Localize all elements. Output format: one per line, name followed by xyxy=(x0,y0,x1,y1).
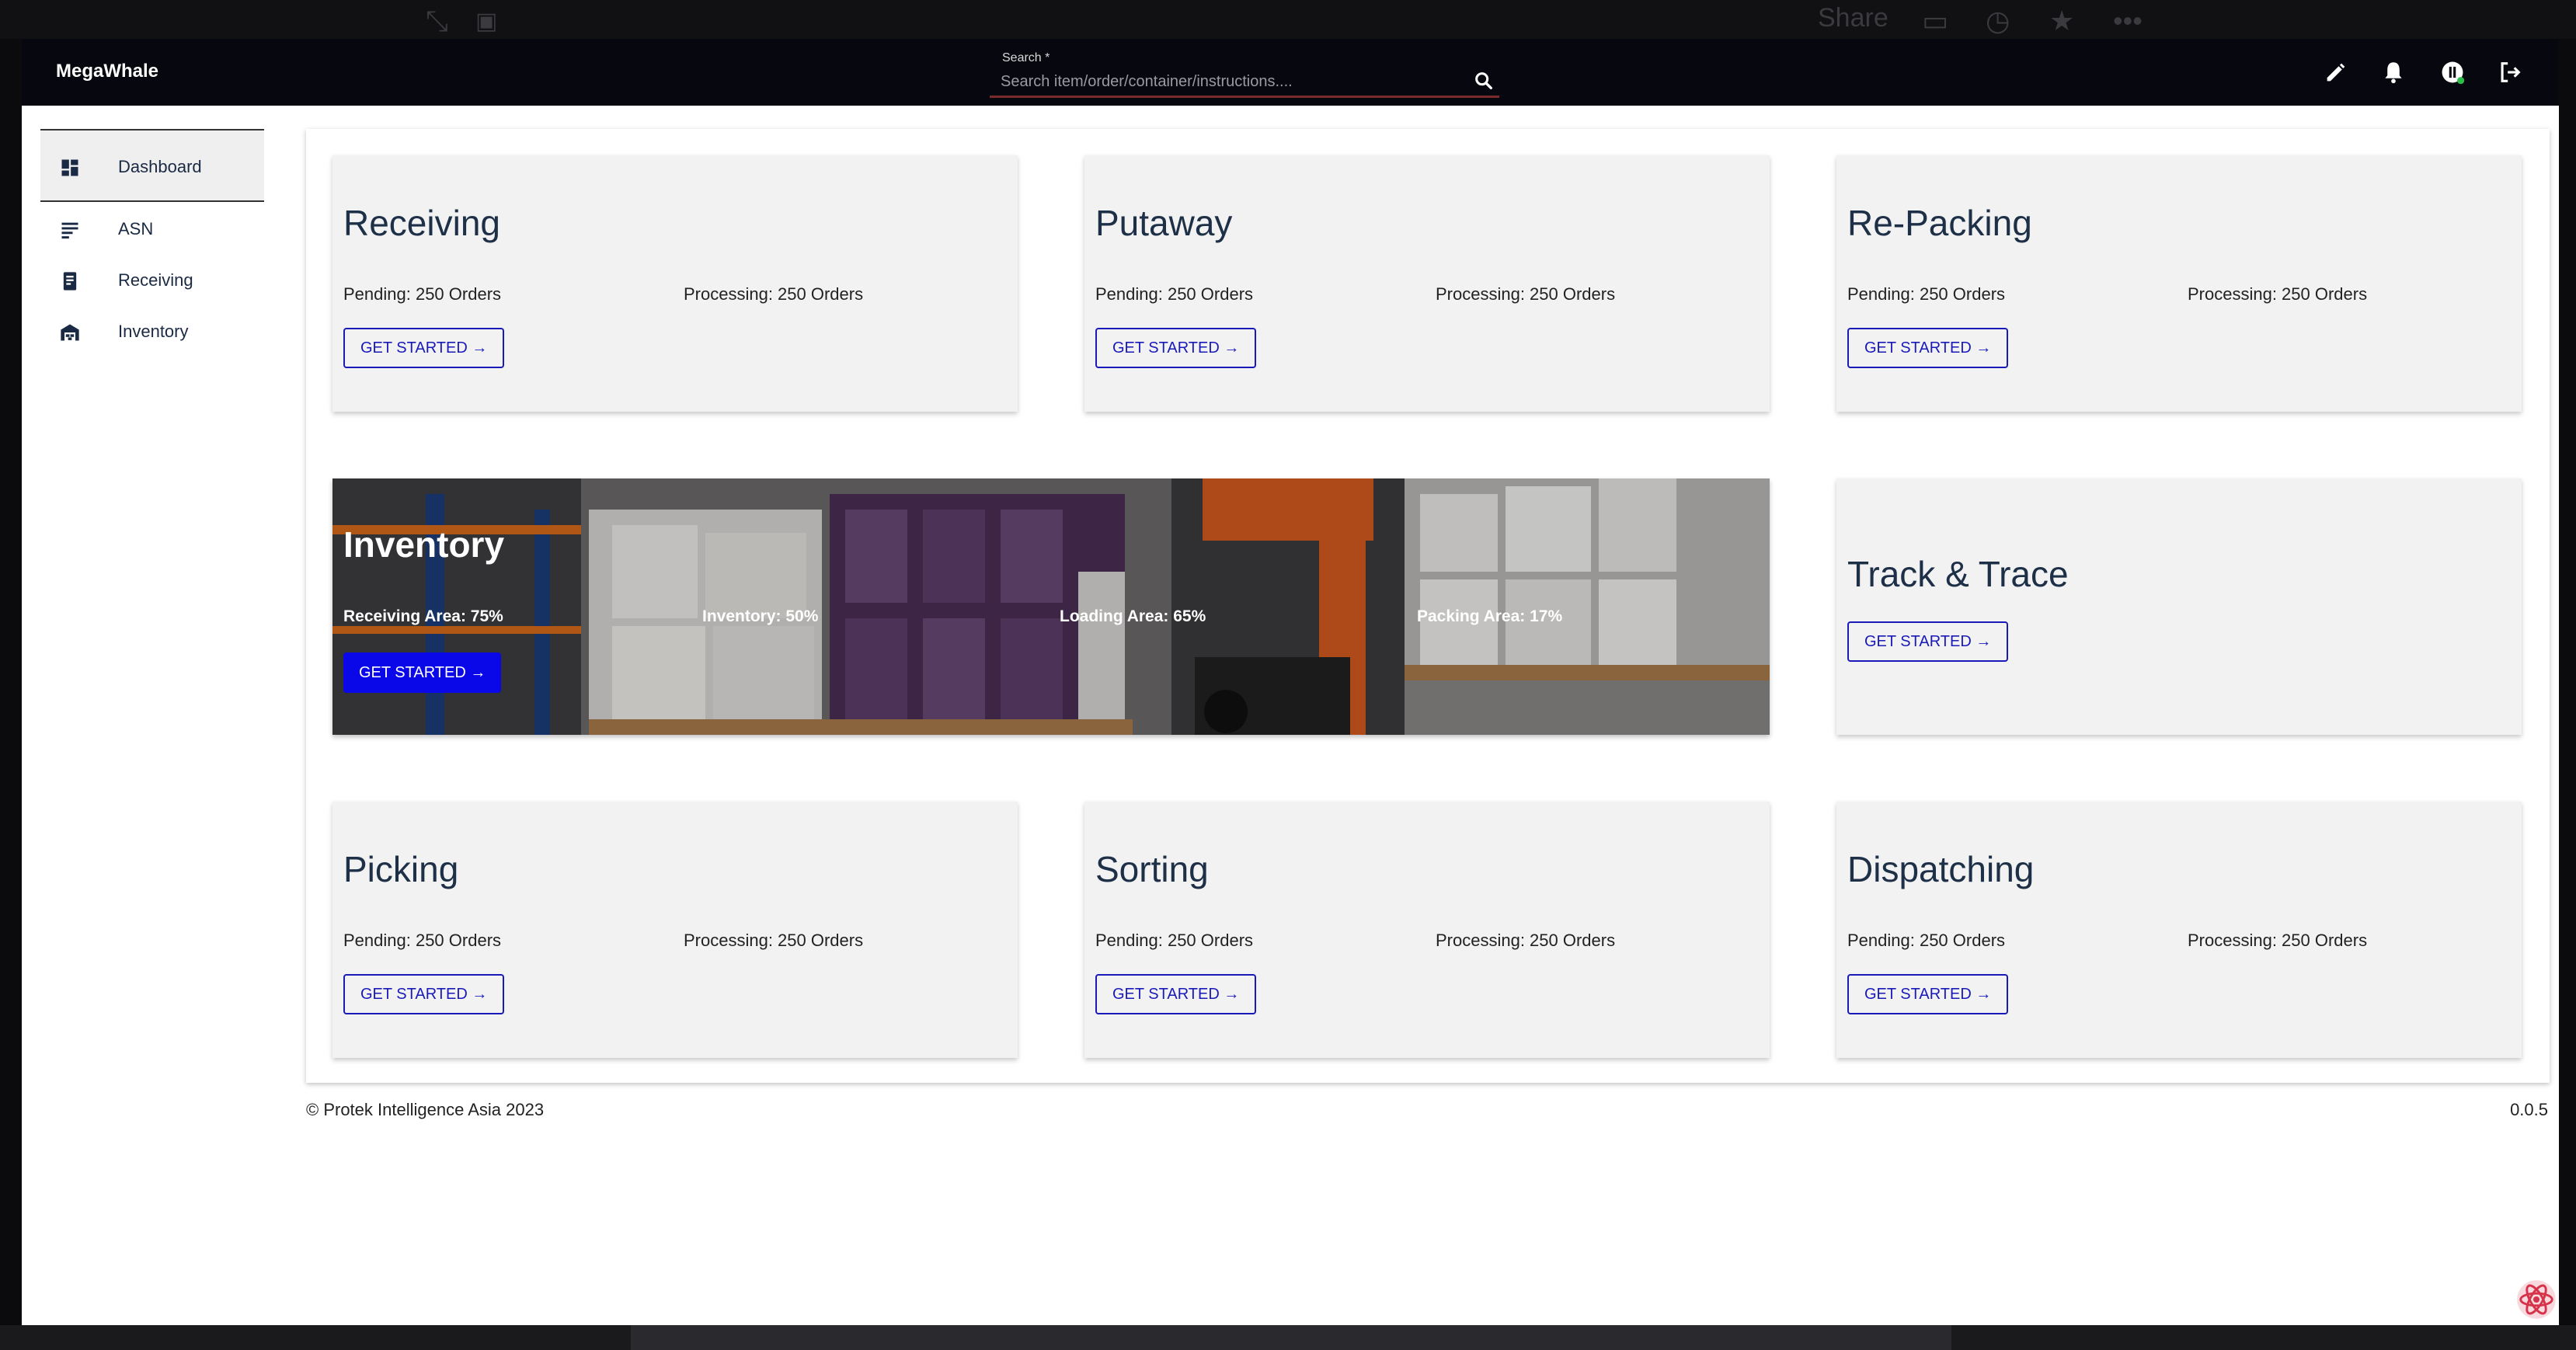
receiving-area-stat: Receiving Area: 75% xyxy=(343,607,503,625)
sidebar-item-label: Inventory xyxy=(118,322,189,341)
edit-icon[interactable] xyxy=(2323,59,2349,85)
notifications-icon[interactable] xyxy=(2380,59,2407,85)
expand-icon[interactable]: ⤡ xyxy=(426,5,448,38)
inventory-card: Inventory Receiving Area: 75% Inventory:… xyxy=(332,478,1770,735)
warehouse-icon xyxy=(61,324,79,341)
pending-count: Pending: 250 Orders xyxy=(1847,931,2006,950)
brand-logo[interactable]: MegaWhale xyxy=(56,61,158,82)
sidebar-item-label: Receiving xyxy=(118,270,193,290)
get-started-button[interactable]: GET STARTED → xyxy=(1095,328,1257,368)
loading-area-stat: Loading Area: 65% xyxy=(1060,607,1206,625)
sorting-card: Sorting Pending: 250 Orders Processing: … xyxy=(1084,802,1770,1058)
processing-count: Processing: 250 Orders xyxy=(684,284,864,304)
sidebar-item-inventory[interactable]: Inventory xyxy=(40,304,264,356)
background-window xyxy=(631,1325,1951,1350)
sidebar-item-label: ASN xyxy=(118,219,154,238)
repacking-card: Re-Packing Pending: 250 Orders Processin… xyxy=(1836,155,2522,412)
packing-area-stat: Packing Area: 17% xyxy=(1417,607,1563,625)
sidebar-item-label: Dashboard xyxy=(118,157,202,176)
card-title: Re-Packing xyxy=(1847,203,2032,243)
card-title: Dispatching xyxy=(1847,849,2035,889)
list-icon xyxy=(61,222,78,239)
sidebar-item-receiving[interactable]: Receiving xyxy=(40,253,264,304)
comment-icon[interactable]: ▭ xyxy=(1922,5,1948,37)
get-started-button[interactable]: GET STARTED → xyxy=(1095,974,1257,1014)
processing-count: Processing: 250 Orders xyxy=(2188,284,2368,304)
warehouse-photo xyxy=(332,478,1770,735)
sidebar-item-dashboard[interactable]: Dashboard xyxy=(40,129,264,202)
get-started-button[interactable]: GET STARTED → xyxy=(343,974,505,1014)
dispatching-card: Dispatching Pending: 250 Orders Processi… xyxy=(1836,802,2522,1058)
browser-top-bar: ⤡ ▣ Share ▭ ◷ ★ ••• xyxy=(0,0,2576,39)
card-title: Picking xyxy=(343,849,459,889)
card-title: Inventory xyxy=(343,524,505,565)
share-button[interactable]: Share xyxy=(1818,3,1888,33)
user-avatar-icon[interactable] xyxy=(2439,59,2466,85)
card-title: Putaway xyxy=(1095,203,1233,243)
more-icon[interactable]: ••• xyxy=(2113,5,2143,37)
card-title: Track & Trace xyxy=(1847,554,2069,594)
pending-count: Pending: 250 Orders xyxy=(1095,931,1254,950)
react-devtools-icon[interactable] xyxy=(2515,1279,2557,1320)
processing-count: Processing: 250 Orders xyxy=(1436,284,1616,304)
search-label: Search * xyxy=(1002,51,1050,64)
history-icon[interactable]: ◷ xyxy=(1986,5,2010,37)
footer-copyright: © Protek Intelligence Asia 2023 xyxy=(306,1100,545,1119)
picking-card: Picking Pending: 250 Orders Processing: … xyxy=(332,802,1018,1058)
get-started-button[interactable]: GET STARTED → xyxy=(1847,328,2009,368)
inventory-stat: Inventory: 50% xyxy=(702,607,819,625)
window-icon[interactable]: ▣ xyxy=(475,8,497,35)
get-started-button[interactable]: GET STARTED → xyxy=(343,328,505,368)
pending-count: Pending: 250 Orders xyxy=(343,931,502,950)
processing-count: Processing: 250 Orders xyxy=(684,931,864,950)
search-input[interactable] xyxy=(1001,70,1436,93)
background-window-strip xyxy=(0,1325,2576,1350)
card-title: Sorting xyxy=(1095,849,1209,889)
track-trace-card: Track & Trace GET STARTED → xyxy=(1836,478,2522,735)
app-version: 0.0.5 xyxy=(2510,1100,2548,1119)
putaway-card: Putaway Pending: 250 Orders Processing: … xyxy=(1084,155,1770,412)
search-field[interactable]: Search * xyxy=(990,50,1499,98)
get-started-button[interactable]: GET STARTED → xyxy=(343,652,502,693)
star-icon[interactable]: ★ xyxy=(2049,5,2074,37)
search-icon[interactable] xyxy=(1473,70,1495,92)
pending-count: Pending: 250 Orders xyxy=(343,284,502,304)
dashboard-icon xyxy=(61,159,78,176)
sidebar-item-asn[interactable]: ASN xyxy=(40,202,264,253)
get-started-button[interactable]: GET STARTED → xyxy=(1847,621,2009,662)
sidebar: Dashboard ASN Receiving Inventory xyxy=(40,129,264,356)
receiving-card: Receiving Pending: 250 Orders Processing… xyxy=(332,155,1018,412)
processing-count: Processing: 250 Orders xyxy=(1436,931,1616,950)
processing-count: Processing: 250 Orders xyxy=(2188,931,2368,950)
get-started-button[interactable]: GET STARTED → xyxy=(1847,974,2009,1014)
logout-icon[interactable] xyxy=(2497,59,2523,85)
dashboard-content: Receiving Pending: 250 Orders Processing… xyxy=(306,129,2550,1083)
pending-count: Pending: 250 Orders xyxy=(1847,284,2006,304)
card-title: Receiving xyxy=(343,203,500,243)
app-window: MegaWhale Search * Search item/order/con… xyxy=(22,39,2559,1325)
receipt-icon xyxy=(63,272,77,291)
pending-count: Pending: 250 Orders xyxy=(1095,284,1254,304)
app-bar: MegaWhale Search * xyxy=(22,39,2559,106)
